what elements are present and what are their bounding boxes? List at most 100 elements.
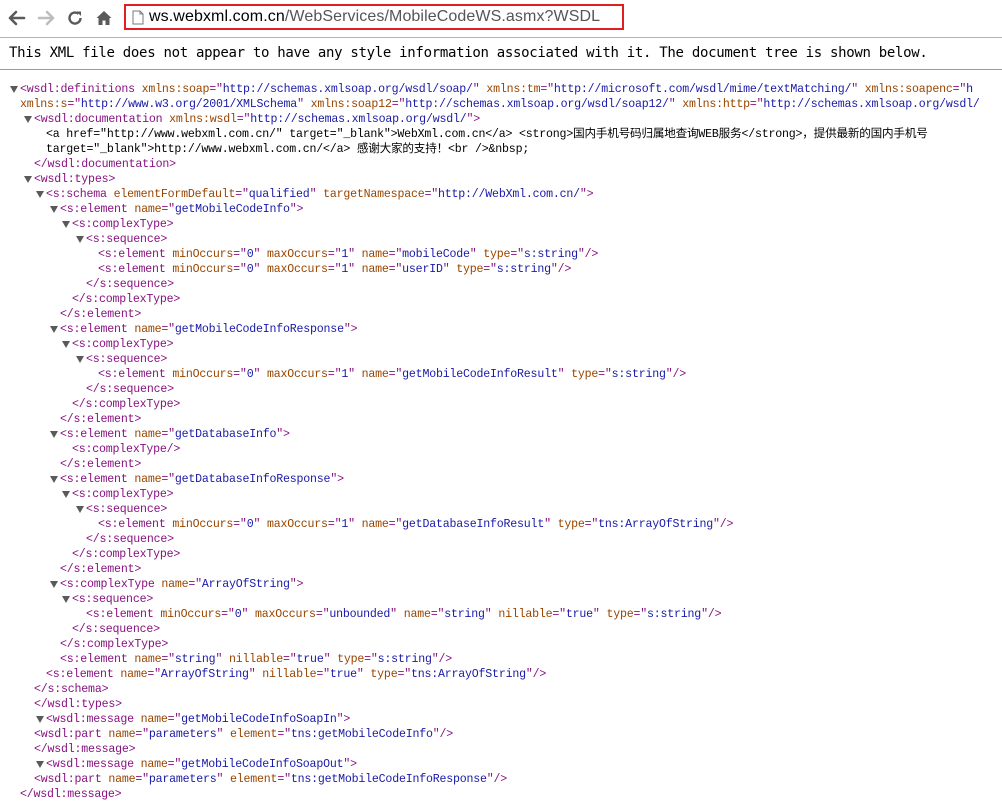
xml-line: </s:sequence> — [86, 532, 174, 547]
collapse-triangle-icon[interactable] — [49, 322, 59, 337]
xml-tag-token: =" — [161, 323, 175, 336]
xml-attr-value: s:string — [377, 653, 432, 666]
xml-tag-token: =" — [167, 758, 182, 771]
xml-attr-value: tns:ArrayOfString — [598, 518, 714, 531]
xml-tag-token: " — [297, 98, 304, 111]
xml-tag-token: " — [592, 608, 600, 621]
collapse-triangle-icon[interactable] — [61, 487, 71, 502]
collapse-triangle-icon[interactable] — [75, 502, 85, 517]
xml-text — [355, 368, 362, 381]
xml-line: <s:sequence> — [86, 352, 167, 367]
collapse-triangle-icon[interactable] — [49, 202, 59, 217]
xml-attr-value: h — [966, 83, 973, 96]
xml-tag-token: <s:sequence> — [86, 503, 168, 516]
xml-line: </s:schema> — [34, 682, 109, 697]
collapse-triangle-icon[interactable] — [35, 712, 45, 727]
xml-attr-name: minOccurs — [172, 518, 234, 531]
xml-attr-value: userID — [402, 263, 443, 276]
xml-tag-token: =" — [510, 248, 524, 261]
xml-tag-token: <s:sequence> — [86, 233, 168, 246]
xml-tag-token: " — [472, 83, 480, 96]
xml-tag-token: " — [248, 668, 256, 681]
xml-text — [355, 248, 362, 261]
xml-attr-value: s:string — [523, 248, 578, 261]
xml-attr-name: name — [361, 248, 389, 261]
xml-attr-value: ArrayOfString — [201, 578, 290, 591]
xml-tag-token: =" — [598, 368, 612, 381]
xml-line: </wsdl:documentation> — [34, 157, 176, 172]
collapse-triangle-icon[interactable] — [23, 112, 33, 127]
collapse-triangle-icon[interactable] — [75, 232, 85, 247]
xml-attr-value: getMobileCodeInfoResponse — [174, 323, 344, 336]
back-arrow-icon[interactable] — [5, 6, 29, 30]
xml-line: <wsdl:part name="parameters" element="tn… — [34, 727, 453, 742]
collapse-triangle-icon[interactable] — [9, 82, 19, 97]
collapse-triangle-icon[interactable] — [49, 577, 59, 592]
collapse-triangle-icon[interactable] — [61, 337, 71, 352]
xml-tag-token: =" — [209, 83, 223, 96]
collapse-triangle-icon[interactable] — [75, 352, 85, 367]
xml-tag-token: <wsdl:types> — [34, 173, 116, 186]
xml-tag-token: " — [484, 608, 492, 621]
xml-tag-token: =" — [584, 518, 599, 531]
xml-line: </wsdl:types> — [34, 697, 122, 712]
reload-icon[interactable] — [63, 6, 87, 30]
xml-attr-value: s:string — [647, 608, 702, 621]
collapse-triangle-icon[interactable] — [61, 217, 71, 232]
collapse-triangle-icon[interactable] — [35, 757, 45, 772]
xml-line: <wsdl:documentation xmlns:wsdl="http://s… — [34, 112, 480, 127]
xml-attr-value: getDatabaseInfoResponse — [174, 473, 331, 486]
xml-tag-token: <wsdl:message — [46, 713, 134, 726]
xml-attr-name: type — [483, 248, 511, 261]
xml-tag-token: "> — [336, 713, 351, 726]
xml-tag-token: </wsdl:types> — [34, 698, 122, 711]
xml-attr-name: minOccurs — [172, 248, 234, 261]
collapse-triangle-icon[interactable] — [23, 172, 33, 187]
home-icon[interactable] — [92, 6, 116, 30]
xml-attr-name: name — [361, 518, 389, 531]
xml-tag-token: </s:schema> — [34, 683, 109, 696]
xml-text — [134, 713, 141, 726]
collapse-triangle-icon[interactable] — [49, 472, 59, 487]
xml-tag-token: <s:element — [46, 668, 114, 681]
collapse-triangle-icon[interactable] — [35, 187, 45, 202]
xml-text — [397, 608, 404, 621]
xml-line: </s:complexType> — [72, 397, 180, 412]
xml-tag-token: <wsdl:documentation — [34, 113, 163, 126]
xml-attr-name: targetNamespace — [323, 188, 425, 201]
xml-tag-token: "/> — [550, 263, 572, 276]
forward-arrow-icon[interactable] — [34, 6, 58, 30]
xml-tag-token: =" — [221, 608, 235, 621]
xml-attr-name: maxOccurs — [254, 608, 316, 621]
xml-text: target="_blank">http://www.webxml.com.cn… — [46, 143, 530, 156]
xml-tag-token: =" — [540, 83, 554, 96]
address-bar[interactable]: ws.webxml.com.cn/WebServices/MobileCodeW… — [124, 4, 624, 30]
xml-tag-token: =" — [633, 608, 647, 621]
xml-line: <s:element minOccurs="0" maxOccurs="1" n… — [98, 367, 686, 382]
xml-attr-value: true — [565, 608, 593, 621]
xml-tag-token: <s:element — [98, 368, 166, 381]
collapse-triangle-icon[interactable] — [49, 427, 59, 442]
xml-line: <s:element minOccurs="0" maxOccurs="unbo… — [86, 607, 722, 622]
xml-attr-value: qualified — [248, 188, 310, 201]
collapse-triangle-icon[interactable] — [61, 592, 71, 607]
xml-tag-token: <wsdl:definitions — [20, 83, 135, 96]
xml-tag-token: =" — [316, 668, 330, 681]
xml-tag-token: =" — [327, 518, 342, 531]
xml-tag-token: <s:element — [98, 248, 166, 261]
xml-tag-token: =" — [233, 248, 247, 261]
xml-tag-token: =" — [67, 98, 81, 111]
xml-line: <s:element name="ArrayOfString" nillable… — [46, 667, 546, 682]
xml-tag-token: =" — [277, 728, 291, 741]
xml-tag-token: " — [348, 368, 355, 381]
xml-attr-name: minOccurs — [172, 368, 234, 381]
xml-attr-name: type — [370, 668, 398, 681]
xml-tag-token: " — [356, 668, 364, 681]
xml-line: <wsdl:message name="getMobileCodeInfoSoa… — [46, 712, 350, 727]
xml-line: <s:element minOccurs="0" maxOccurs="1" n… — [98, 247, 598, 262]
xml-attr-value: getDatabaseInfo — [174, 428, 277, 441]
xml-line: <s:element minOccurs="0" maxOccurs="1" n… — [98, 262, 571, 277]
xml-text — [355, 263, 362, 276]
xml-attr-name: xmlns:soapenc — [864, 83, 953, 96]
xml-attr-name: type — [571, 368, 599, 381]
